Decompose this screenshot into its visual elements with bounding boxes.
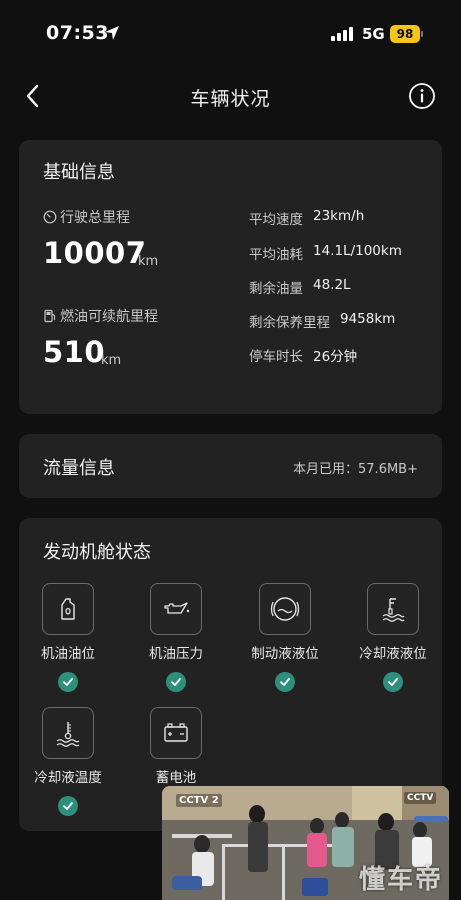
range-unit: km [101,353,122,368]
status-time: 07:53 [46,22,109,44]
checkmark-icon [63,802,73,810]
checkmark-icon [63,678,73,686]
coolant-temp-icon [56,722,80,747]
channel-logo: CCTV 2 [176,794,222,807]
battery-level: 98 [390,25,420,43]
status-ok-check [58,672,78,692]
odometer-label: 行驶总里程 [43,207,130,227]
basic-info-title: 基础信息 [43,162,115,183]
data-usage-title: 流量信息 [43,458,115,479]
engine-item-battery[interactable]: 蓄电池 [126,707,226,786]
data-usage-value: 本月已用：57.6MB+ [293,462,418,477]
detail-value: 14.1L/100km [313,243,402,259]
engine-icon-box [150,707,202,759]
detail-value: 26分钟 [313,349,358,365]
engine-status-title: 发动机舱状态 [43,542,151,563]
network-type: 5G [362,25,385,43]
channel-logo-secondary: CCTV [404,792,437,804]
detail-row: 平均油耗 14.1L/100km [249,243,402,263]
signal-icon [331,27,353,41]
checkmark-icon [388,678,398,686]
range-value: 510 [43,335,106,369]
oil-bottle-icon [61,598,75,620]
range-label: 燃油可续航里程 [43,306,158,326]
detail-value: 9458km [340,311,396,327]
detail-key: 停车时长 [249,349,303,365]
engine-item-coolant-temp[interactable]: 冷却液温度 [18,707,118,816]
status-bar: 07:53 5G 98 [0,0,461,62]
coolant-level-icon [382,598,405,622]
speedometer-icon [43,210,57,224]
odometer-value: 10007 [43,236,147,270]
engine-item-label: 蓄电池 [155,770,197,786]
status-ok-check [58,796,78,816]
battery-nub [421,31,423,37]
status-ok-check [166,672,186,692]
engine-item-brake-fluid[interactable]: 制动液液位 [235,583,335,692]
detail-row: 剩余保养里程 9458km [249,311,395,331]
engine-item-oil-pressure[interactable]: 机油压力 [126,583,226,692]
detail-key: 剩余油量 [249,281,303,297]
range-label-text: 燃油可续航里程 [60,309,158,325]
info-button[interactable] [408,82,436,110]
engine-status-card: 发动机舱状态 机油油位 机油压力 制动液液位 冷却液液位 冷却液温度 蓄电池 [19,518,442,831]
watermark: 懂车帝 [358,865,443,895]
detail-row: 停车时长 26分钟 [249,345,357,365]
engine-icon-box [367,583,419,635]
status-ok-check [275,672,295,692]
engine-item-coolant-level[interactable]: 冷却液液位 [343,583,443,692]
detail-row: 平均速度 23km/h [249,208,364,228]
oil-can-icon [164,602,190,614]
odometer-unit: km [138,254,159,269]
detail-key: 平均速度 [249,212,303,228]
engine-icon-box [259,583,311,635]
detail-key: 平均油耗 [249,247,303,263]
detail-row: 剩余油量 48.2L [249,277,351,297]
nav-bar: 车辆状况 [0,72,461,120]
info-icon [409,83,435,109]
location-arrow-icon [105,26,119,40]
engine-item-label: 制动液液位 [251,646,319,662]
basic-info-card: 基础信息 行驶总里程 10007 km 燃油可续航里程 510 km 平均速度 … [19,140,442,414]
page-title: 车辆状况 [190,88,271,110]
odometer-label-text: 行驶总里程 [60,210,130,226]
engine-item-label: 机油油位 [41,646,95,662]
engine-icon-box [150,583,202,635]
detail-value: 48.2L [313,277,351,293]
engine-icon-box [42,707,94,759]
engine-item-oil-level[interactable]: 机油油位 [18,583,118,692]
engine-icon-box [42,583,94,635]
brake-fluid-icon [270,597,300,621]
detail-value: 23km/h [313,208,365,224]
engine-item-label: 机油压力 [149,646,203,662]
checkmark-icon [171,678,181,686]
engine-item-label: 冷却液温度 [34,770,102,786]
checkmark-icon [280,678,290,686]
fuel-pump-icon [44,309,56,323]
battery-icon [164,723,188,742]
engine-item-label: 冷却液液位 [359,646,427,662]
data-usage-card[interactable]: 流量信息 本月已用：57.6MB+ [19,434,442,498]
video-overlay[interactable]: CCTV 2 CCTV 懂车帝 [162,786,449,900]
detail-key: 剩余保养里程 [249,315,330,331]
status-ok-check [383,672,403,692]
